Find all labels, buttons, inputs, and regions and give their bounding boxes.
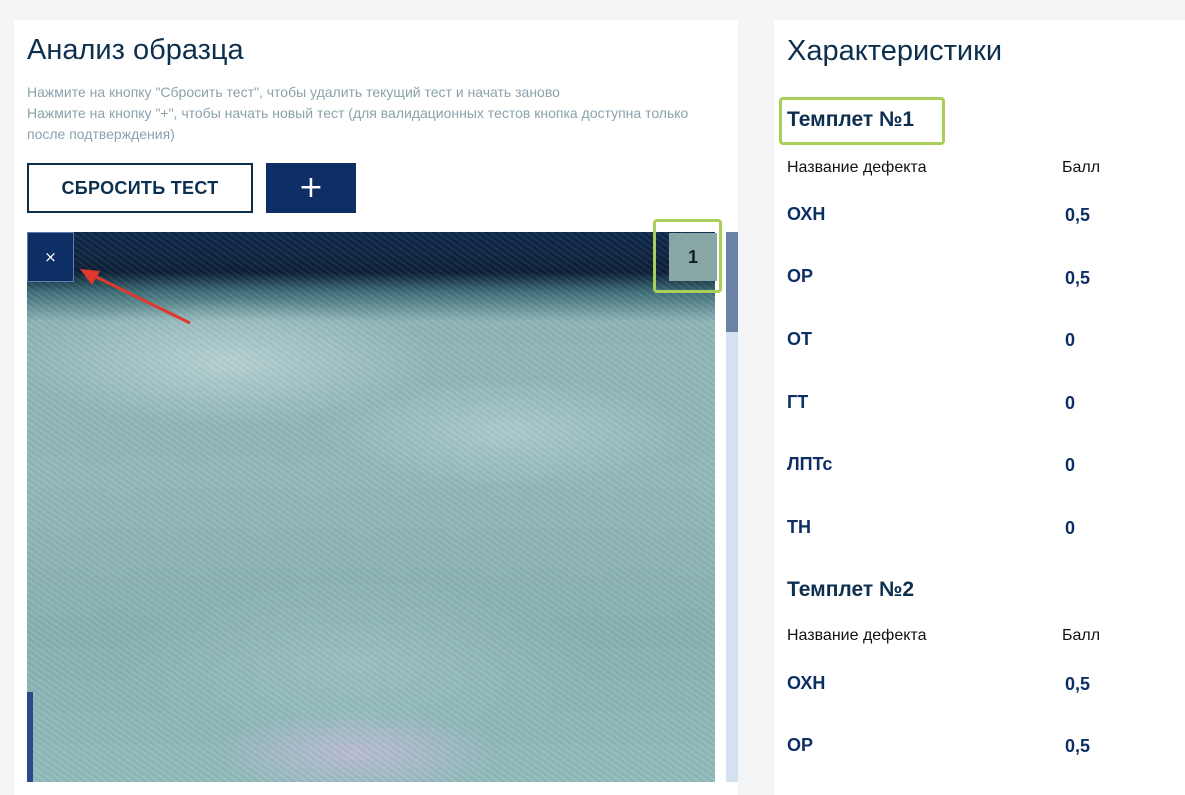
defect-name: ОР bbox=[787, 266, 814, 286]
add-test-button[interactable]: + bbox=[266, 163, 356, 213]
image-index-highlight: 1 bbox=[653, 219, 722, 293]
sample-analysis-title: Анализ образца bbox=[27, 34, 244, 66]
defect-score: 0 bbox=[1065, 393, 1076, 413]
defect-score: 0,5 bbox=[1065, 205, 1091, 225]
defect-name: ГТ bbox=[787, 392, 809, 412]
characteristics-panel: Характеристики Темплет №1 Название дефек… bbox=[774, 20, 1185, 795]
close-image-button[interactable]: × bbox=[27, 232, 74, 282]
instructions: Нажмите на кнопку "Сбросить тест", чтобы… bbox=[27, 82, 717, 145]
scrollbar-thumb[interactable] bbox=[726, 232, 738, 332]
defect-name: ОХН bbox=[787, 673, 826, 693]
image-scrollbar[interactable] bbox=[726, 232, 738, 782]
image-index-badge[interactable]: 1 bbox=[669, 233, 717, 281]
defect-name: ОХН bbox=[787, 204, 826, 224]
image-edge bbox=[27, 692, 33, 782]
defect-name: ТН bbox=[787, 517, 811, 537]
defect-score: 0,5 bbox=[1065, 736, 1091, 756]
defect-name: ЛПТс bbox=[787, 454, 833, 474]
defect-score: 0,5 bbox=[1065, 268, 1091, 288]
template-2-title: Темплет №2 bbox=[787, 578, 915, 601]
template-2-col-score: Балл bbox=[1062, 627, 1101, 644]
sample-analysis-panel: Анализ образца Нажмите на кнопку "Сброси… bbox=[14, 20, 738, 795]
annotation-arrow-icon bbox=[80, 269, 191, 325]
add-hint: Нажмите на кнопку "+", чтобы начать новы… bbox=[27, 105, 689, 142]
defect-name: ОТ bbox=[787, 329, 812, 349]
defect-score: 0,5 bbox=[1065, 674, 1091, 694]
defect-score: 0 bbox=[1065, 518, 1076, 538]
defect-score: 0 bbox=[1065, 455, 1076, 475]
defect-score: 0 bbox=[1065, 330, 1076, 350]
reset-hint: Нажмите на кнопку "Сбросить тест", чтобы… bbox=[27, 84, 560, 100]
reset-test-button[interactable]: СБРОСИТЬ ТЕСТ bbox=[27, 163, 253, 213]
template-2-col-name: Название дефекта bbox=[787, 627, 927, 644]
template-1-title: Темплет №1 bbox=[787, 108, 915, 131]
defect-name: ОР bbox=[787, 735, 814, 755]
template-1-col-name: Название дефекта bbox=[787, 159, 927, 176]
characteristics-title: Характеристики bbox=[787, 35, 1003, 67]
template-1-col-score: Балл bbox=[1062, 159, 1101, 176]
